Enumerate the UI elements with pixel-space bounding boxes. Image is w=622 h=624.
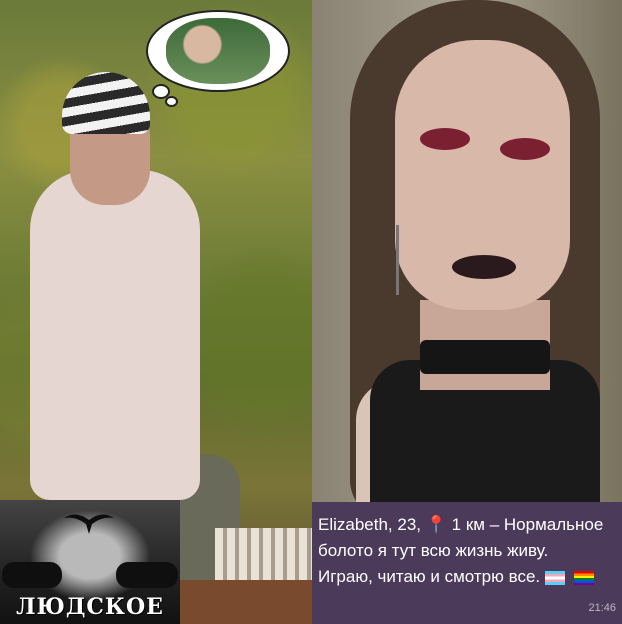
profile-name-age: Elizabeth, 23, (318, 515, 422, 534)
meme-image: ЛЮДСКОЕ Elizabeth, 23, 📍 1 км – Нормальн… (0, 0, 622, 624)
thought-dot-small (165, 96, 178, 107)
dark-lips (452, 255, 516, 279)
profile-line-3-text: Играю, читаю и смотрю все. (318, 567, 541, 586)
profile-caption: Elizabeth, 23, 📍 1 км – Нормальное болот… (312, 502, 622, 624)
thought-bubble-photo (166, 18, 270, 84)
thought-bubble (146, 10, 290, 92)
message-time: 21:46 (588, 602, 616, 614)
dove-icon (64, 514, 114, 534)
left-hand-icon (2, 562, 62, 588)
transgender-flag-icon (544, 570, 565, 585)
bench (215, 528, 312, 580)
man-shirt (30, 170, 200, 500)
rainbow-flag-icon (573, 570, 594, 585)
profile-line-2: болото я тут всю жизнь живу. (318, 541, 549, 560)
profile-distance: 1 км (451, 515, 485, 534)
profile-line-1-rest: – Нормальное (489, 515, 604, 534)
profile-line-1: Elizabeth, 23, 📍 1 км – Нормальное (318, 512, 616, 538)
choker (420, 340, 550, 374)
location-pin-icon: 📍 (425, 515, 447, 534)
logo-text: ЛЮДСКОЕ (16, 594, 164, 620)
right-eye-makeup (500, 138, 550, 160)
ground (180, 580, 312, 624)
logo: ЛЮДСКОЕ (0, 500, 180, 624)
pentagram-earring (396, 225, 415, 295)
right-hand-icon (116, 562, 178, 588)
profile-line-3: Играю, читаю и смотрю все. (318, 564, 616, 590)
left-eye-makeup (420, 128, 470, 150)
